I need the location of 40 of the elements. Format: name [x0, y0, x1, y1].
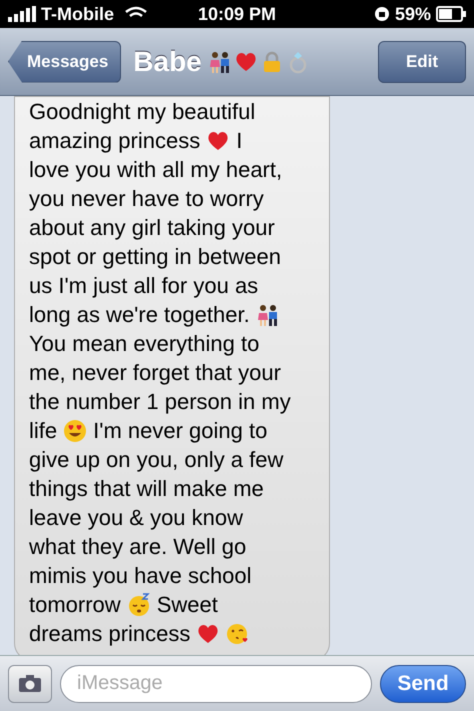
message-text: leave you & you know	[29, 504, 244, 532]
sleeping-face-icon	[126, 592, 151, 616]
message-text: amazing princess	[29, 127, 200, 155]
message-text: what they are. Well go	[29, 533, 246, 561]
signal-icon	[8, 6, 38, 22]
smiley-heart-eyes-icon	[63, 418, 88, 442]
battery-percent: 59%	[394, 2, 432, 26]
message-text: us I'm just all for you as	[29, 272, 258, 300]
message-text: dreams princess	[29, 620, 190, 648]
battery-icon	[436, 6, 466, 22]
message-text: about any girl taking your	[29, 214, 275, 242]
message-text: Sweet	[156, 591, 218, 619]
message-text: the number 1 person in my	[29, 388, 291, 416]
message-text: long as we're together.	[29, 301, 250, 329]
message-text: life	[29, 417, 58, 445]
message-text: You mean everything to	[29, 330, 260, 358]
edit-button[interactable]: Edit	[378, 40, 466, 82]
message-text: mimis you have school	[29, 562, 252, 590]
camera-icon	[18, 674, 42, 692]
message-text: spot or getting in between	[29, 243, 281, 271]
message-text: things that will make me	[29, 475, 264, 503]
message-input-field[interactable]: iMessage	[60, 664, 372, 702]
message-text: love you with all my heart,	[29, 156, 282, 184]
carrier-name: T-Mobile	[41, 2, 114, 26]
clock-text: 10:09 PM	[196, 2, 278, 26]
message-text: you never have to worry	[29, 185, 264, 213]
couple-icon	[256, 302, 280, 326]
message-text: I	[236, 127, 242, 155]
couple-icon	[208, 50, 232, 74]
message-text: tomorrow	[29, 591, 121, 619]
message-text: give up on you, only a few	[29, 446, 284, 474]
send-button[interactable]: Send	[380, 664, 466, 702]
conversation-title: Babe	[133, 44, 202, 78]
back-button[interactable]: Messages	[8, 40, 122, 82]
message-text: me, never forget that your	[29, 359, 281, 387]
camera-button[interactable]	[8, 664, 52, 702]
rotation-lock-icon	[374, 6, 390, 22]
kissing-face-icon	[226, 622, 250, 646]
message-text: I'm never going to	[93, 417, 268, 445]
message-text: Goodnight my beautiful	[29, 98, 256, 126]
